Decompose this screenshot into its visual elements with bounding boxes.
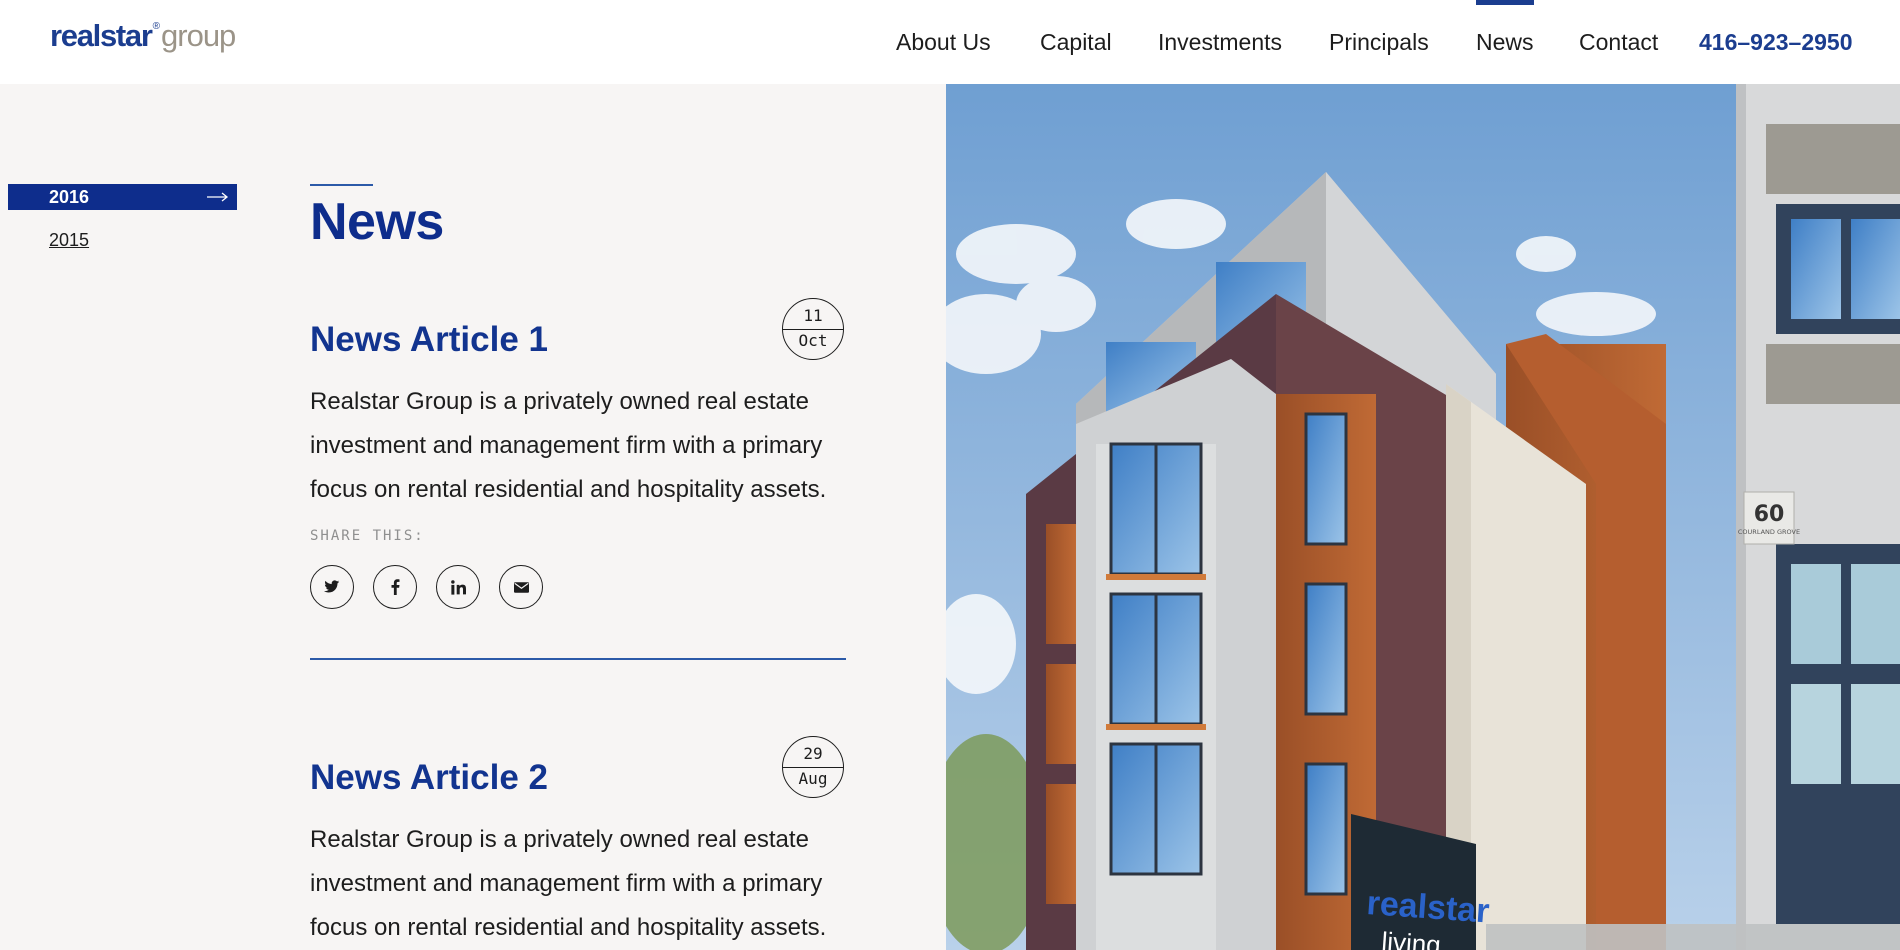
sign-sub: living [1381,926,1442,950]
facebook-icon[interactable] [373,565,417,609]
nav-investments[interactable]: Investments [1158,0,1282,84]
date-badge: 29 Aug [782,736,844,798]
date-badge: 11 Oct [782,298,844,360]
nav-contact[interactable]: Contact [1579,0,1658,84]
logo-wordmark: realstar [50,18,153,53]
site-header: realstar ® group About Us Capital Invest… [0,0,1900,84]
share-icons [310,565,543,609]
email-icon[interactable] [499,565,543,609]
date-divider [783,329,843,330]
date-month: Aug [798,769,828,788]
year-item-2016[interactable]: 2016 [8,184,237,210]
title-accent-rule [310,184,373,186]
arrow-right-icon [207,184,229,210]
nav-news[interactable]: News [1476,0,1534,84]
date-day: 29 [803,744,823,763]
address-street: COURLAND GROVE [1738,528,1800,536]
news-main: News News Article 1 11 Oct Realstar Grou… [310,184,846,941]
twitter-icon[interactable] [310,565,354,609]
nav-principals[interactable]: Principals [1329,0,1429,84]
year-filter: 2016 2015 [8,184,237,253]
nav-capital[interactable]: Capital [1040,0,1112,84]
logo-registered-mark: ® [152,21,161,32]
article-body: Realstar Group is a privately owned real… [310,388,827,503]
date-divider [783,767,843,768]
date-day: 11 [803,306,823,325]
article-title[interactable]: News Article 1 [310,320,548,360]
year-label: 2015 [49,229,90,250]
year-item-2015[interactable]: 2015 [8,227,237,253]
phone-link[interactable]: 416–923–2950 [1699,0,1853,84]
address-number: 60 [1754,502,1785,527]
realstar-logo[interactable]: realstar ® group [50,18,236,58]
linkedin-icon[interactable] [436,565,480,609]
page-title: News [310,193,444,251]
date-month: Oct [798,331,828,350]
article-body: Realstar Group is a privately owned real… [310,826,827,941]
year-label: 2016 [49,186,90,207]
article-title[interactable]: News Article 2 [310,758,548,798]
nav-about-us[interactable]: About Us [896,0,991,84]
article-divider [310,658,846,660]
logo-group-text: group [161,18,236,53]
building-photo: 60 COURLAND GROVE realstar living [946,84,1900,950]
news-content-panel: 2016 2015 News News Article 1 11 Oct Rea… [0,84,946,950]
share-label: SHARE THIS: [310,528,425,544]
